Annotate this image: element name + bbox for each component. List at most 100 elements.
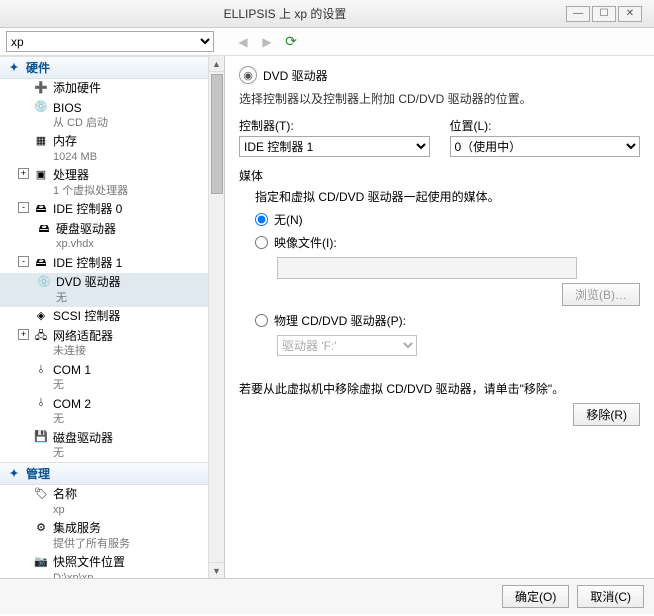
item-icon: 🖧 bbox=[33, 329, 49, 343]
dvd-icon: ◉ bbox=[239, 66, 257, 84]
scroll-up-icon[interactable]: ▲ bbox=[209, 56, 224, 72]
item-sublabel: xp bbox=[53, 503, 77, 517]
media-image-radio[interactable] bbox=[255, 236, 268, 249]
sidebar-item-hw-9[interactable]: +🖧网络适配器未连接 bbox=[0, 327, 208, 361]
item-label: 添加硬件 bbox=[53, 81, 101, 97]
physical-drive-select: 驱动器 'F:' bbox=[277, 335, 417, 356]
media-hint: 指定和虚拟 CD/DVD 驱动器一起使用的媒体。 bbox=[255, 188, 640, 205]
sidebar-item-hw-12[interactable]: 💾 磁盘驱动器无 bbox=[0, 429, 208, 463]
item-icon: 💾 bbox=[33, 431, 49, 445]
item-label: 硬盘驱动器 bbox=[56, 222, 116, 238]
item-sublabel: 1024 MB bbox=[53, 150, 97, 164]
cancel-button[interactable]: 取消(C) bbox=[577, 585, 644, 608]
section-management: ✦ 管理 bbox=[0, 462, 208, 485]
expand-icon[interactable]: + bbox=[18, 168, 29, 179]
item-icon: ▣ bbox=[33, 168, 49, 182]
item-label: COM 2 bbox=[53, 397, 91, 413]
expand-icon[interactable]: - bbox=[18, 202, 29, 213]
section-hardware: ✦硬件 bbox=[0, 56, 208, 79]
remove-button[interactable]: 移除(R) bbox=[573, 403, 640, 426]
sidebar-item-hw-3[interactable]: + ▣ 处理器1 个虚拟处理器 bbox=[0, 166, 208, 200]
section-icon: ✦ bbox=[6, 467, 22, 481]
forward-icon[interactable]: ▶ bbox=[258, 33, 276, 51]
sidebar-item-hw-5[interactable]: 🖴 硬盘驱动器xp.vhdx bbox=[0, 220, 208, 254]
pane-hint: 选择控制器以及控制器上附加 CD/DVD 驱动器的位置。 bbox=[239, 90, 640, 107]
sidebar-item-hw-10[interactable]: ⫰ COM 1无 bbox=[0, 361, 208, 395]
sidebar-item-mgmt-2[interactable]: 📷快照文件位置D:\xp\xp bbox=[0, 553, 208, 578]
item-sublabel: 从 CD 启动 bbox=[53, 116, 108, 130]
media-none-label: 无(N) bbox=[274, 211, 303, 228]
item-icon: 🖴 bbox=[33, 256, 49, 270]
item-label: SCSI 控制器 bbox=[53, 309, 120, 325]
item-label: BIOS bbox=[53, 101, 108, 117]
item-sublabel: 无 bbox=[53, 446, 113, 460]
section-title: 管理 bbox=[26, 465, 50, 482]
item-icon: 🖴 bbox=[33, 202, 49, 216]
media-physical-label: 物理 CD/DVD 驱动器(P): bbox=[274, 312, 406, 329]
maximize-button[interactable]: ☐ bbox=[592, 6, 616, 22]
item-icon: ➕ bbox=[33, 81, 49, 95]
ok-button[interactable]: 确定(O) bbox=[502, 585, 569, 608]
browse-button[interactable]: 浏览(B)… bbox=[562, 283, 640, 306]
sidebar-item-hw-7[interactable]: 💿DVD 驱动器无 bbox=[0, 273, 208, 307]
item-icon: 🖴 bbox=[36, 222, 52, 236]
controller-select[interactable]: IDE 控制器 1 bbox=[239, 136, 430, 157]
item-icon: ⫰ bbox=[33, 363, 49, 377]
sidebar-item-hw-2[interactable]: ▦内存1024 MB bbox=[0, 132, 208, 166]
close-button[interactable]: ✕ bbox=[618, 6, 642, 22]
pane-header: ◉ DVD 驱动器 bbox=[239, 66, 640, 84]
expand-icon[interactable]: - bbox=[18, 256, 29, 267]
section-icon: ✦ bbox=[6, 61, 22, 75]
item-label: 处理器 bbox=[53, 168, 128, 184]
item-sublabel: xp.vhdx bbox=[56, 237, 116, 251]
toolbar: xp ◀ ▶ ⟳ bbox=[0, 28, 654, 56]
media-physical-radio[interactable] bbox=[255, 314, 268, 327]
refresh-icon[interactable]: ⟳ bbox=[282, 33, 300, 51]
sidebar-item-hw-6[interactable]: -🖴 IDE 控制器 1 bbox=[0, 254, 208, 274]
sidebar-item-mgmt-0[interactable]: 🏷名称xp bbox=[0, 485, 208, 519]
item-sublabel: D:\xp\xp bbox=[53, 571, 125, 578]
image-path-input bbox=[277, 257, 577, 279]
vm-selector[interactable]: xp bbox=[6, 31, 214, 52]
minimize-button[interactable]: — bbox=[566, 6, 590, 22]
back-icon[interactable]: ◀ bbox=[234, 33, 252, 51]
item-sublabel: 提供了所有服务 bbox=[53, 537, 130, 551]
item-sublabel: 1 个虚拟处理器 bbox=[53, 184, 128, 198]
expand-icon[interactable]: + bbox=[18, 329, 29, 340]
media-none-radio[interactable] bbox=[255, 213, 268, 226]
item-label: 内存 bbox=[53, 134, 97, 150]
sidebar-item-hw-4[interactable]: -🖴IDE 控制器 0 bbox=[0, 200, 208, 220]
window-title: ELLIPSIS 上 xp 的设置 bbox=[4, 5, 566, 22]
sidebar-item-mgmt-1[interactable]: ⚙集成服务提供了所有服务 bbox=[0, 519, 208, 553]
sidebar-item-hw-0[interactable]: ➕ 添加硬件 bbox=[0, 79, 208, 99]
item-sublabel: 无 bbox=[53, 412, 91, 426]
pane-title: DVD 驱动器 bbox=[263, 67, 328, 84]
item-label: IDE 控制器 1 bbox=[53, 256, 122, 272]
item-icon: ◈ bbox=[33, 309, 49, 323]
item-sublabel: 无 bbox=[56, 291, 121, 305]
location-label: 位置(L): bbox=[450, 117, 641, 134]
sidebar-item-hw-11[interactable]: ⫰COM 2无 bbox=[0, 395, 208, 429]
item-label: 集成服务 bbox=[53, 521, 130, 537]
item-label: 快照文件位置 bbox=[53, 555, 125, 571]
footer: 确定(O) 取消(C) bbox=[0, 578, 654, 614]
media-group-label: 媒体 bbox=[239, 167, 640, 184]
item-sublabel: 未连接 bbox=[53, 344, 113, 358]
remove-hint: 若要从此虚拟机中移除虚拟 CD/DVD 驱动器，请单击"移除"。 bbox=[239, 380, 640, 397]
scroll-thumb[interactable] bbox=[211, 74, 223, 194]
scrollbar[interactable]: ▲ ▼ bbox=[208, 56, 224, 578]
sidebar: ✦硬件➕添加硬件💿BIOS从 CD 启动▦内存1024 MB+▣处理器1 个虚拟… bbox=[0, 56, 225, 578]
window-controls: — ☐ ✕ bbox=[566, 6, 642, 22]
sidebar-item-hw-8[interactable]: ◈ SCSI 控制器 bbox=[0, 307, 208, 327]
item-label: 磁盘驱动器 bbox=[53, 431, 113, 447]
controller-label: 控制器(T): bbox=[239, 117, 430, 134]
scroll-down-icon[interactable]: ▼ bbox=[209, 562, 224, 578]
item-sublabel: 无 bbox=[53, 378, 91, 392]
sidebar-item-hw-1[interactable]: 💿BIOS从 CD 启动 bbox=[0, 99, 208, 133]
item-icon: 💿 bbox=[36, 275, 52, 289]
location-select[interactable]: 0（使用中） bbox=[450, 136, 641, 157]
item-icon: 🏷 bbox=[33, 487, 49, 501]
title-bar: ELLIPSIS 上 xp 的设置 — ☐ ✕ bbox=[0, 0, 654, 28]
detail-pane: ◉ DVD 驱动器 选择控制器以及控制器上附加 CD/DVD 驱动器的位置。 控… bbox=[225, 56, 654, 578]
item-label: COM 1 bbox=[53, 363, 91, 379]
